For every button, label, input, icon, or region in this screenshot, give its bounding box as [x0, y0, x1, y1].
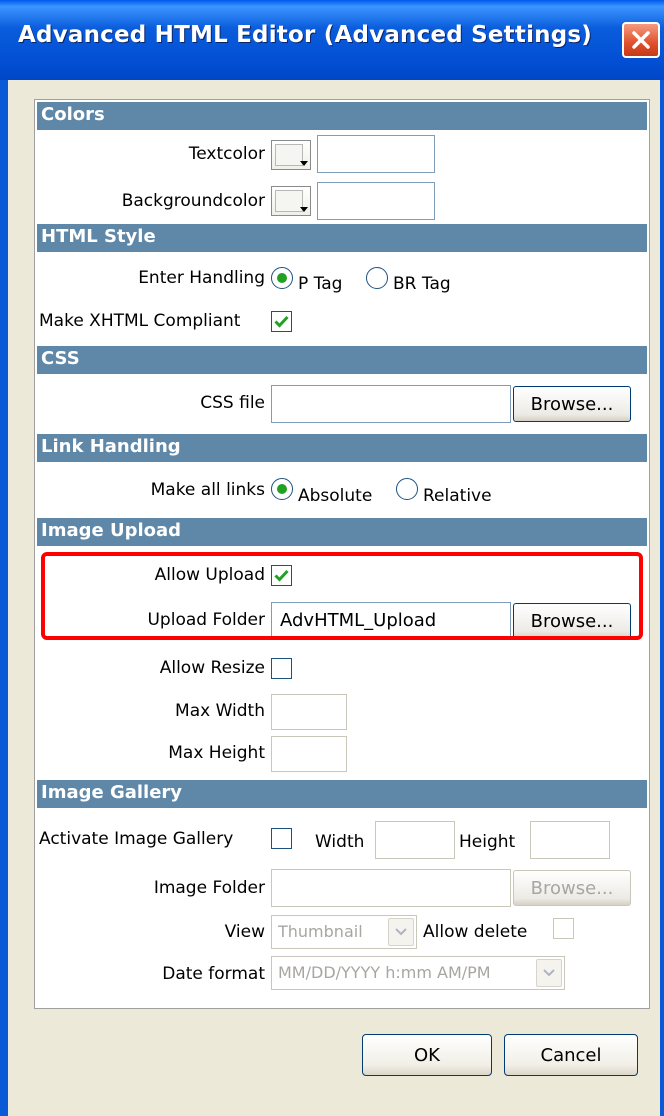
gallery-width-input[interactable] [375, 821, 455, 859]
image-folder-input[interactable] [271, 869, 511, 907]
date-format-select-value: MM/DD/YYYY h:mm AM/PM [278, 963, 491, 982]
gallery-height-input[interactable] [530, 821, 610, 859]
radio-selected-dot [277, 273, 287, 283]
max-width-label: Max Width [175, 701, 265, 721]
allow-delete-label: Allow delete [423, 922, 528, 942]
radio-relative-label: Relative [423, 486, 492, 506]
radio-selected-dot [277, 484, 287, 494]
view-label: View [224, 922, 265, 942]
gallery-width-label: Width [315, 832, 365, 852]
gallery-browse-button[interactable]: Browse... [513, 870, 631, 906]
radio-p-tag-label: P Tag [298, 274, 343, 294]
section-header-link-handling: Link Handling [37, 434, 647, 462]
activate-gallery-label: Activate Image Gallery [39, 829, 234, 849]
allow-resize-label: Allow Resize [159, 658, 265, 678]
allow-delete-checkbox[interactable] [553, 918, 574, 939]
dialog-window: Advanced HTML Editor (Advanced Settings)… [0, 0, 664, 1116]
gallery-height-label: Height [459, 832, 516, 852]
textcolor-input[interactable] [317, 135, 435, 173]
section-header-css: CSS [37, 346, 647, 374]
upload-folder-browse-button[interactable]: Browse... [513, 603, 631, 639]
radio-p-tag[interactable] [271, 267, 293, 289]
chevron-down-icon [536, 959, 562, 987]
radio-absolute[interactable] [271, 478, 293, 500]
view-select-value: Thumbnail [278, 922, 363, 941]
checkmark-icon [274, 569, 289, 582]
radio-br-tag-label: BR Tag [393, 274, 451, 294]
image-folder-label: Image Folder [153, 878, 265, 898]
radio-relative[interactable] [396, 478, 418, 500]
cancel-button[interactable]: Cancel [504, 1034, 638, 1076]
textcolor-picker-button[interactable] [271, 140, 311, 170]
close-icon [632, 31, 650, 49]
section-header-image-gallery: Image Gallery [37, 780, 647, 808]
backgroundcolor-input[interactable] [317, 182, 435, 220]
activate-gallery-checkbox[interactable] [271, 828, 292, 849]
section-header-html-style: HTML Style [37, 224, 647, 252]
color-swatch [275, 144, 303, 166]
allow-upload-label: Allow Upload [154, 565, 265, 585]
upload-folder-input[interactable]: AdvHTML_Upload [271, 602, 511, 640]
dialog-body: Colors Textcolor Backgroundcolor HTML St… [8, 80, 660, 1116]
section-header-colors: Colors [37, 102, 647, 130]
make-all-links-label: Make all links [150, 480, 265, 500]
chevron-down-icon [388, 918, 414, 946]
backgroundcolor-label: Backgroundcolor [121, 191, 265, 211]
enter-handling-label: Enter Handling [138, 268, 265, 288]
xhtml-compliant-label: Make XHTML Compliant [39, 311, 241, 331]
settings-panel: Colors Textcolor Backgroundcolor HTML St… [34, 99, 650, 1009]
allow-resize-checkbox[interactable] [271, 658, 292, 679]
max-height-input[interactable] [271, 736, 347, 772]
close-button[interactable] [622, 22, 660, 58]
radio-br-tag[interactable] [366, 267, 388, 289]
xhtml-compliant-checkbox[interactable] [271, 311, 292, 332]
radio-absolute-label: Absolute [298, 486, 373, 506]
section-header-image-upload: Image Upload [37, 518, 647, 546]
allow-upload-checkbox[interactable] [271, 565, 292, 586]
max-height-label: Max Height [168, 743, 265, 763]
date-format-label: Date format [162, 964, 265, 984]
view-select[interactable]: Thumbnail [271, 915, 417, 949]
ok-button[interactable]: OK [362, 1034, 492, 1076]
window-title: Advanced HTML Editor (Advanced Settings) [18, 22, 592, 48]
css-file-input[interactable] [271, 385, 511, 423]
backgroundcolor-picker-button[interactable] [271, 186, 311, 216]
color-swatch [275, 190, 303, 212]
css-browse-button[interactable]: Browse... [513, 386, 631, 422]
css-file-label: CSS file [200, 393, 265, 413]
date-format-select[interactable]: MM/DD/YYYY h:mm AM/PM [271, 956, 565, 990]
checkmark-icon [274, 315, 289, 328]
textcolor-label: Textcolor [188, 144, 265, 164]
chevron-down-icon [300, 207, 308, 212]
upload-folder-label: Upload Folder [147, 610, 265, 630]
chevron-down-icon [300, 161, 308, 166]
title-bar[interactable]: Advanced HTML Editor (Advanced Settings) [0, 0, 664, 80]
max-width-input[interactable] [271, 694, 347, 730]
